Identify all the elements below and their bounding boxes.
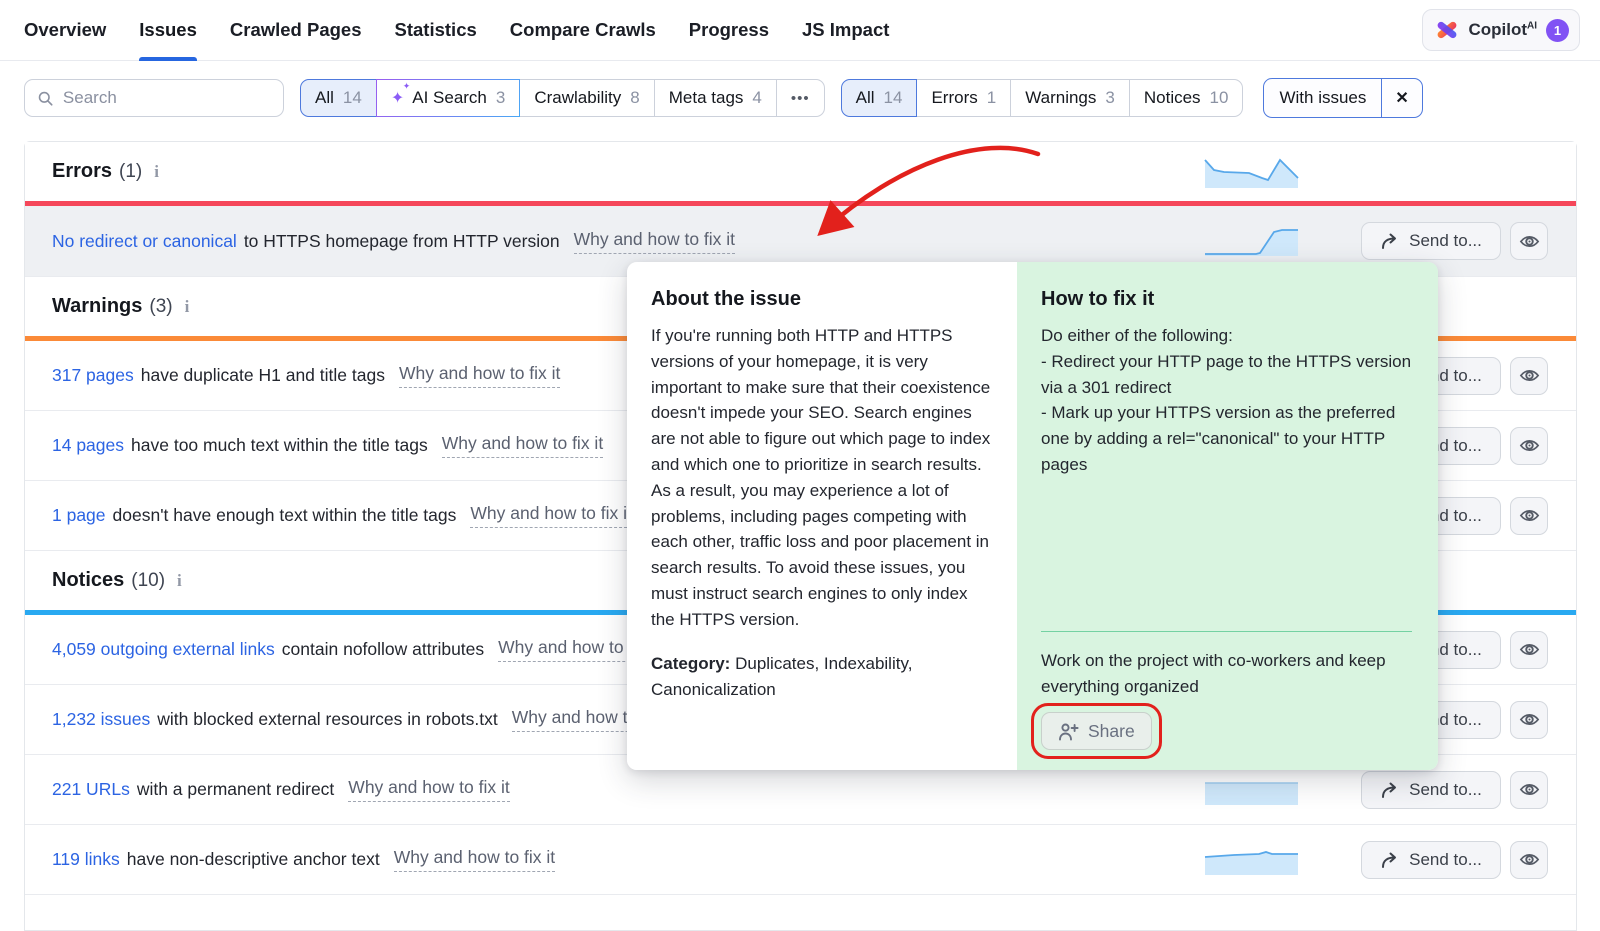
share-promo-text: Work on the project with co-workers and … xyxy=(1041,648,1412,700)
why-how-to-fix-link[interactable]: Why and how to fix it xyxy=(470,503,631,528)
issue-link[interactable]: 317 pages xyxy=(52,365,134,386)
issue-link[interactable]: 14 pages xyxy=(52,435,124,456)
tab-compare-crawls[interactable]: Compare Crawls xyxy=(510,0,656,61)
eye-icon xyxy=(1518,778,1541,801)
copilot-icon xyxy=(1435,18,1459,42)
errors-trend-sparkline xyxy=(1204,157,1299,189)
active-tab-underline xyxy=(139,57,197,61)
tab-overview[interactable]: Overview xyxy=(24,0,106,61)
about-body: If you're running both HTTP and HTTPS ve… xyxy=(651,323,991,633)
eye-icon xyxy=(1518,708,1541,731)
tab-statistics[interactable]: Statistics xyxy=(395,0,477,61)
why-how-to-fix-link[interactable]: Why and how to fix it xyxy=(399,363,560,388)
why-how-to-fix-link[interactable]: Why and how to fix it xyxy=(574,229,735,254)
tab-progress[interactable]: Progress xyxy=(689,0,769,61)
copilot-label: CopilotAI xyxy=(1468,20,1537,40)
issue-link[interactable]: 221 URLs xyxy=(52,779,130,800)
search-icon xyxy=(37,89,54,108)
eye-icon xyxy=(1518,638,1541,661)
view-details-button[interactable] xyxy=(1510,357,1548,395)
more-filters-button[interactable]: ••• xyxy=(776,79,825,117)
filter-notices[interactable]: Notices10 xyxy=(1129,79,1244,117)
trend-sparkline xyxy=(1204,225,1299,257)
view-details-button[interactable] xyxy=(1510,222,1548,260)
view-details-button[interactable] xyxy=(1510,497,1548,535)
copilot-button[interactable]: CopilotAI 1 xyxy=(1422,9,1580,51)
notices-count: (10) xyxy=(131,570,165,592)
errors-count: (1) xyxy=(119,161,142,183)
issue-category: Category: Duplicates, Indexability, Cano… xyxy=(651,651,991,703)
share-button[interactable]: Share xyxy=(1041,712,1152,750)
view-details-button[interactable] xyxy=(1510,771,1548,809)
category-filter-group: All14 ✦✦ AI Search3 Crawlability8 Meta t… xyxy=(300,79,825,117)
issue-link[interactable]: 1,232 issues xyxy=(52,709,150,730)
top-navigation: Overview Issues Crawled Pages Statistics… xyxy=(0,0,1600,61)
search-input[interactable] xyxy=(63,88,273,108)
filter-all-severities[interactable]: All14 xyxy=(841,79,918,117)
forward-arrow-icon xyxy=(1380,232,1400,250)
info-icon[interactable]: i xyxy=(154,162,159,182)
send-to-button[interactable]: Send to... xyxy=(1361,841,1501,879)
add-user-icon xyxy=(1058,722,1079,741)
view-details-button[interactable] xyxy=(1510,427,1548,465)
about-the-issue-panel: About the issue If you're running both H… xyxy=(627,262,1017,770)
filter-meta-tags[interactable]: Meta tags4 xyxy=(654,79,777,117)
eye-icon xyxy=(1518,364,1541,387)
tab-crawled-pages[interactable]: Crawled Pages xyxy=(230,0,362,61)
issue-link[interactable]: 119 links xyxy=(52,849,120,870)
filter-errors[interactable]: Errors1 xyxy=(916,79,1011,117)
copilot-count-badge: 1 xyxy=(1546,19,1569,42)
why-how-to-fix-link[interactable]: Why and how to fix it xyxy=(394,847,555,872)
trend-sparkline xyxy=(1204,774,1299,806)
sparkles-icon: ✦✦ xyxy=(391,88,404,108)
errors-title: Errors xyxy=(52,160,112,183)
trend-sparkline xyxy=(1204,844,1299,876)
filter-all-categories[interactable]: All14 xyxy=(300,79,377,117)
issue-row-partial xyxy=(25,895,1576,911)
forward-arrow-icon xyxy=(1380,851,1400,869)
filter-bar: All14 ✦✦ AI Search3 Crawlability8 Meta t… xyxy=(24,79,1576,117)
issue-details-popup: About the issue If you're running both H… xyxy=(627,262,1438,770)
divider xyxy=(1041,631,1412,633)
why-how-to-fix-link[interactable]: Why and how to fix it xyxy=(442,433,603,458)
close-icon[interactable]: ✕ xyxy=(1381,79,1421,117)
severity-filter-group: All14 Errors1 Warnings3 Notices10 xyxy=(841,79,1244,117)
how-to-fix-panel: How to fix it Do either of the following… xyxy=(1017,262,1438,770)
tab-js-impact[interactable]: JS Impact xyxy=(802,0,889,61)
notices-title: Notices xyxy=(52,569,124,592)
view-details-button[interactable] xyxy=(1510,841,1548,879)
eye-icon xyxy=(1518,230,1541,253)
fix-title: How to fix it xyxy=(1041,288,1412,311)
filter-warnings[interactable]: Warnings3 xyxy=(1010,79,1130,117)
issue-link[interactable]: 4,059 outgoing external links xyxy=(52,639,275,660)
issue-link[interactable]: No redirect or canonical xyxy=(52,231,237,252)
why-how-to-fix-link[interactable]: Why and how to fix it xyxy=(348,777,509,802)
with-issues-filter-chip[interactable]: With issues ✕ xyxy=(1263,78,1422,118)
send-to-button[interactable]: Send to... xyxy=(1361,771,1501,809)
tab-issues[interactable]: Issues xyxy=(139,0,197,61)
view-details-button[interactable] xyxy=(1510,631,1548,669)
warnings-title: Warnings xyxy=(52,295,142,318)
issue-link[interactable]: 1 page xyxy=(52,505,106,526)
info-icon[interactable]: i xyxy=(177,571,182,591)
filter-crawlability[interactable]: Crawlability8 xyxy=(519,79,654,117)
eye-icon xyxy=(1518,848,1541,871)
send-to-button[interactable]: Send to... xyxy=(1361,222,1501,260)
eye-icon xyxy=(1518,504,1541,527)
search-box[interactable] xyxy=(24,79,284,117)
errors-section-header: Errors (1) i xyxy=(25,142,1576,201)
forward-arrow-icon xyxy=(1380,781,1400,799)
issue-row-anchor-text[interactable]: 119 links have non-descriptive anchor te… xyxy=(25,825,1576,895)
about-title: About the issue xyxy=(651,288,991,311)
eye-icon xyxy=(1518,434,1541,457)
ellipsis-icon: ••• xyxy=(791,90,810,107)
warnings-count: (3) xyxy=(149,296,172,318)
view-details-button[interactable] xyxy=(1510,701,1548,739)
info-icon[interactable]: i xyxy=(185,297,190,317)
filter-ai-search[interactable]: ✦✦ AI Search3 xyxy=(376,79,521,117)
